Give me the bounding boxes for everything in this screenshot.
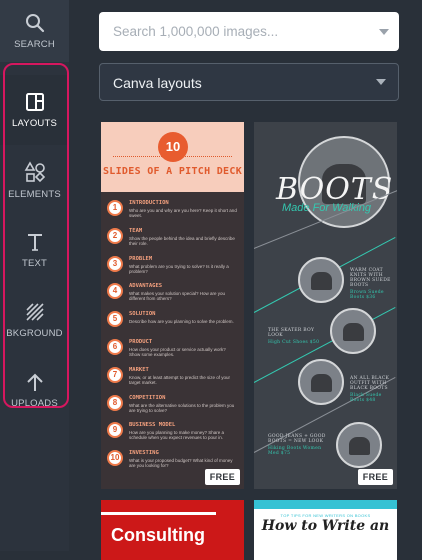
list-item-description: How are you planning to make money? Shar… <box>129 430 225 441</box>
list-item: 6 PRODUCT How does your product or service… <box>107 338 241 366</box>
list-item-number: 1 <box>107 200 123 216</box>
list-item-description: What makes your solution special? How ar… <box>129 291 226 302</box>
card-photo <box>298 359 344 405</box>
divider <box>101 512 216 515</box>
card-row: GOOD JEANS + GOOD BOOTS = NEW LOOK Hiking… <box>268 434 326 456</box>
list-item-number: 7 <box>107 366 123 383</box>
card-photo <box>336 422 382 468</box>
list-item-title: PROBLEM <box>129 255 153 262</box>
card-title: Consulting <box>111 525 205 545</box>
search-icon <box>25 13 44 32</box>
list-item-description: What are the alternative solutions to th… <box>129 402 235 413</box>
highlight-box <box>3 63 69 408</box>
list-item-title: INTRODUCTION <box>129 200 169 206</box>
card-photo <box>298 257 344 303</box>
card-row: THE SKATER BOY LOOK High Cut Shoes $50 <box>268 328 320 345</box>
list-item-number: 8 <box>107 394 123 411</box>
card-row: AN ALL BLACK OUTFIT WITH BLACK BOOTS Blac… <box>350 376 390 403</box>
list-item-title: INVESTING <box>129 450 159 457</box>
list-item-description: What problem are you trying to solve? Is… <box>129 263 229 274</box>
list-item-description: Describe how are you planning to solve t… <box>129 319 234 325</box>
card-title: How to Write an <box>261 518 390 534</box>
list-item-title: BUSINESS MODEL <box>129 422 176 429</box>
list-item-number: 5 <box>107 311 123 328</box>
sidebar-item-search[interactable]: SEARCH <box>0 0 69 62</box>
list-item-title: TEAM <box>129 227 143 234</box>
list-item-title: PRODUCT <box>129 338 153 345</box>
layout-card-boots[interactable]: BOOTS Made For Walking WARM COAT KNITS W… <box>254 122 397 489</box>
card-number-badge: 10 <box>158 132 188 162</box>
list-item-number: 9 <box>107 422 123 439</box>
list-item-title: MARKET <box>129 366 149 373</box>
card-header: 10 SLIDES OF A PITCH DECK <box>101 122 244 192</box>
list-item: 4 ADVANTAGES What makes your solution spec… <box>107 282 241 310</box>
layout-type-value: Canva layouts <box>113 75 202 91</box>
list-item-title: ADVANTAGES <box>129 283 163 290</box>
list-item-number: 3 <box>107 255 123 272</box>
layout-card-pitch-deck[interactable]: 10 SLIDES OF A PITCH DECK 1 INTRODUCTION W… <box>101 122 244 489</box>
list-item-number: 6 <box>107 338 123 355</box>
card-photo <box>330 308 376 354</box>
list-item-description: Show the people behind the idea and brie… <box>129 235 235 246</box>
list-item: 3 PROBLEM What problem are you trying to s… <box>107 255 241 283</box>
list-item-description: Who are you and why are you here? Keep i… <box>129 208 237 218</box>
list-item-description: How does your product or service actuall… <box>129 346 226 357</box>
list-item-number: 4 <box>107 283 123 300</box>
list-item-description: What is your proposed budget? What kind … <box>129 458 233 469</box>
layout-card-how-to-write[interactable]: TOP TIPS FOR NEW WRITERS ON BOOKS How to… <box>254 500 397 560</box>
sidebar-item-label: SEARCH <box>14 38 55 50</box>
list-item: 7 MARKET Know, or at least attempt to pred… <box>107 366 241 394</box>
list-item-title: SOLUTION <box>129 311 156 318</box>
card-subtitle: Made For Walking <box>282 202 372 214</box>
card-title: SLIDES OF A PITCH DECK <box>102 166 243 177</box>
list-item: 2 TEAM Show the people behind the idea and… <box>107 227 241 255</box>
search-placeholder: Search 1,000,000 images... <box>113 24 279 39</box>
list-item: 1 INTRODUCTION Who are you and why are you… <box>107 199 241 227</box>
chevron-down-icon[interactable] <box>379 29 389 35</box>
search-input[interactable]: Search 1,000,000 images... <box>99 12 399 51</box>
list-item: 5 SOLUTION Describe how are you planning t… <box>107 310 241 338</box>
list-item: 8 COMPETITION What are the alternative sol… <box>107 394 241 422</box>
list-item-number: 2 <box>107 227 123 244</box>
list-item-title: COMPETITION <box>129 394 166 401</box>
card-list: 1 INTRODUCTION Who are you and why are you… <box>107 199 241 477</box>
card-header <box>254 500 397 509</box>
list-item-description: Know, or at least attempt to predict the… <box>129 374 231 385</box>
layout-type-select[interactable]: Canva layouts <box>99 63 399 101</box>
card-row: WARM COAT KNITS WITH BROWN SUEDE BOOTS Br… <box>350 268 391 300</box>
list-item: 9 BUSINESS MODEL How are you planning to m… <box>107 421 241 449</box>
free-badge: FREE <box>357 469 393 485</box>
free-badge: FREE <box>204 469 240 485</box>
layout-card-consulting[interactable]: Consulting <box>101 500 244 560</box>
chevron-down-icon <box>376 79 386 85</box>
list-item-number: 10 <box>107 450 123 467</box>
